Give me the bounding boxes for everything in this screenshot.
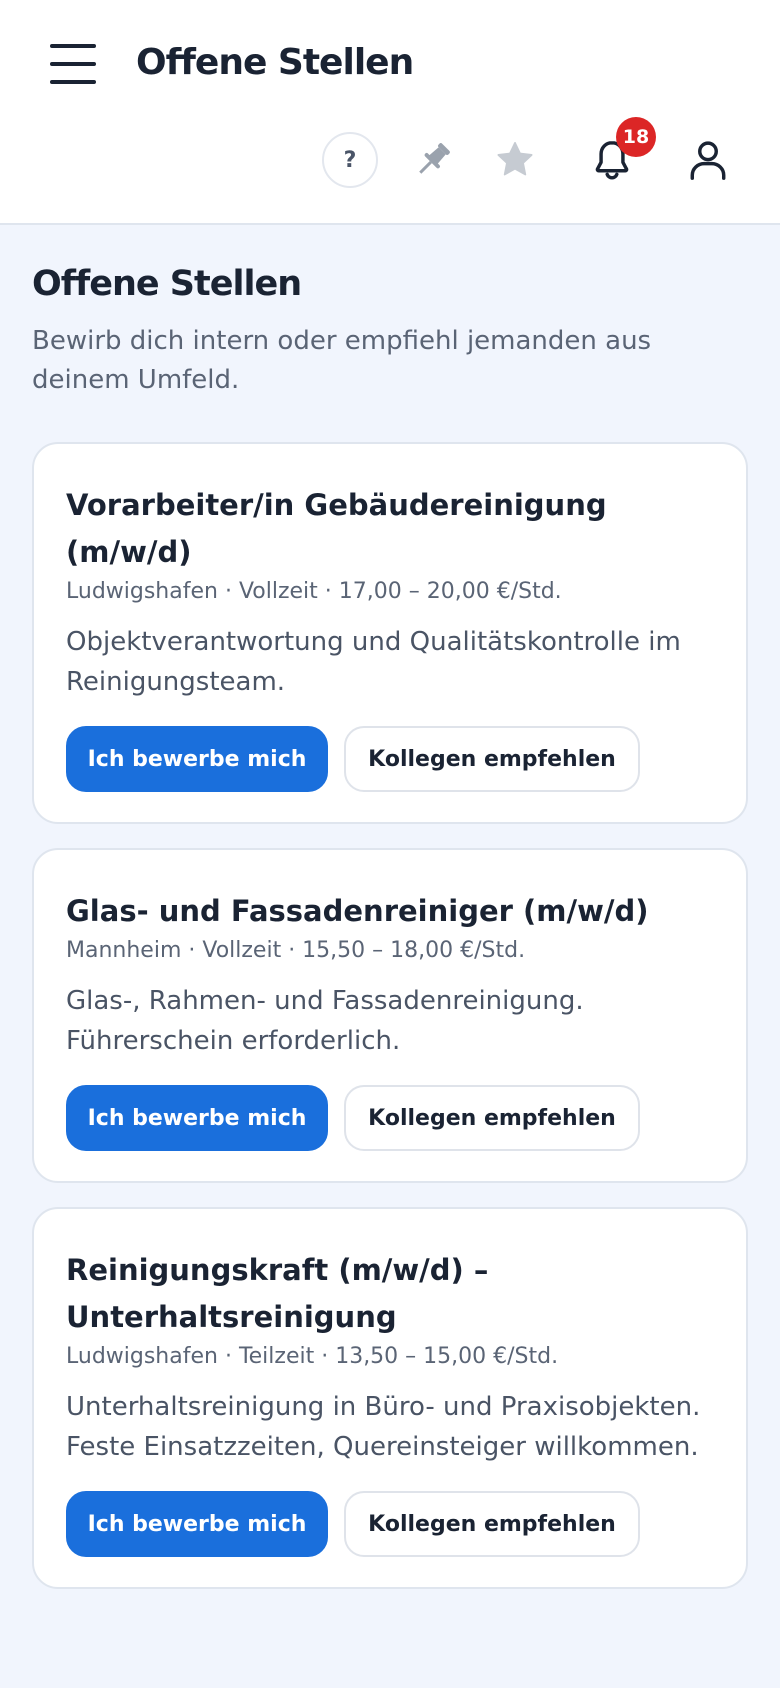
job-title: Glas- und Fassadenreiniger (m/w/d) [66, 894, 649, 928]
app-title: Offene Stellen [136, 42, 414, 83]
apply-button[interactable]: Ich bewerbe mich [66, 726, 328, 792]
refer-colleague-button[interactable]: Kollegen empfehlen [344, 1491, 640, 1557]
page-heading: Offene Stellen [32, 264, 302, 304]
job-card: Vorarbeiter/in Gebäudereinigung (m/w/d) … [32, 442, 748, 824]
job-meta: Mannheim · Vollzeit · 15,50 – 18,00 €/St… [66, 938, 526, 963]
user-profile-button[interactable] [678, 130, 738, 190]
job-card: Reinigungskraft (m/w/d) – Unterhaltsrein… [32, 1207, 748, 1589]
pushpin-icon [419, 143, 450, 174]
refer-colleague-button[interactable]: Kollegen empfehlen [344, 1085, 640, 1151]
job-description: Glas-, Rahmen- und Fassadenreinigung. Fü… [66, 986, 584, 1056]
hamburger-menu-icon[interactable] [50, 44, 96, 84]
refer-colleague-button[interactable]: Kollegen empfehlen [344, 726, 640, 792]
job-meta: Ludwigshafen · Vollzeit · 17,00 – 20,00 … [66, 579, 562, 604]
user-icon [690, 141, 726, 180]
job-actions: Ich bewerbe mich Kollegen empfehlen [66, 1085, 714, 1151]
header-actions: ? 18 [0, 117, 780, 190]
job-title: Vorarbeiter/in Gebäudereinigung (m/w/d) [66, 488, 607, 569]
job-card: Glas- und Fassadenreiniger (m/w/d) Mannh… [32, 848, 748, 1183]
job-description: Unterhaltsreinigung in Büro- und Praxiso… [66, 1392, 701, 1462]
star-icon [497, 141, 533, 176]
app-bar: Offene Stellen ? 18 [0, 0, 780, 225]
job-description: Objektverantwortung und Qualitätskontrol… [66, 627, 681, 697]
apply-button[interactable]: Ich bewerbe mich [66, 1491, 328, 1557]
notification-count-badge: 18 [616, 117, 656, 157]
job-actions: Ich bewerbe mich Kollegen empfehlen [66, 726, 714, 792]
help-button[interactable]: ? [322, 132, 378, 188]
apply-button[interactable]: Ich bewerbe mich [66, 1085, 328, 1151]
job-actions: Ich bewerbe mich Kollegen empfehlen [66, 1491, 714, 1557]
star-button[interactable] [485, 130, 545, 190]
job-meta: Ludwigshafen · Teilzeit · 13,50 – 15,00 … [66, 1344, 559, 1369]
pin-button[interactable] [403, 130, 463, 190]
page-subtitle: Bewirb dich intern oder empfiehl jemande… [32, 326, 652, 395]
job-title: Reinigungskraft (m/w/d) – Unterhaltsrein… [66, 1253, 489, 1334]
job-list: Vorarbeiter/in Gebäudereinigung (m/w/d) … [32, 442, 748, 1613]
